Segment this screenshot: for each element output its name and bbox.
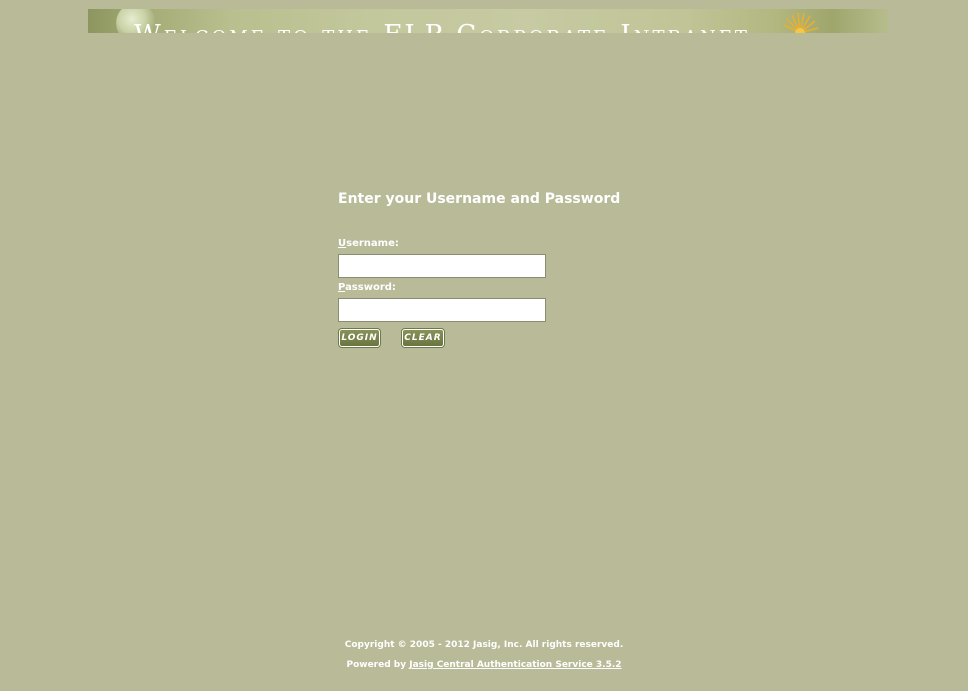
copyright-text: Copyright © 2005 - 2012 Jasig, Inc. All … — [344, 640, 624, 650]
login-form: Enter your Username and Password Usernam… — [338, 188, 638, 347]
header-banner: Welcome to the FLP Corporate Intranet — [88, 9, 888, 33]
username-input[interactable] — [338, 254, 546, 278]
password-label-text: assword: — [345, 282, 396, 293]
powered-by-prefix: Powered by — [346, 660, 407, 670]
username-label-accesskey: U — [338, 238, 347, 249]
banner-title: Welcome to the FLP Corporate Intranet — [134, 20, 750, 33]
username-label: Username: — [338, 238, 399, 249]
clear-button[interactable]: CLEAR — [402, 329, 444, 347]
password-input[interactable] — [338, 298, 546, 322]
sun-logo-icon — [783, 12, 819, 33]
cas-link[interactable]: Jasig Central Authentication Service 3.5… — [409, 660, 621, 670]
username-label-text: sername: — [346, 238, 399, 249]
powered-by-line: Powered by Jasig Central Authentication … — [0, 660, 968, 670]
password-label: Password: — [338, 282, 396, 293]
password-label-accesskey: P — [338, 282, 346, 293]
login-button[interactable]: LOGIN — [339, 329, 380, 347]
login-heading: Enter your Username and Password — [338, 191, 621, 207]
